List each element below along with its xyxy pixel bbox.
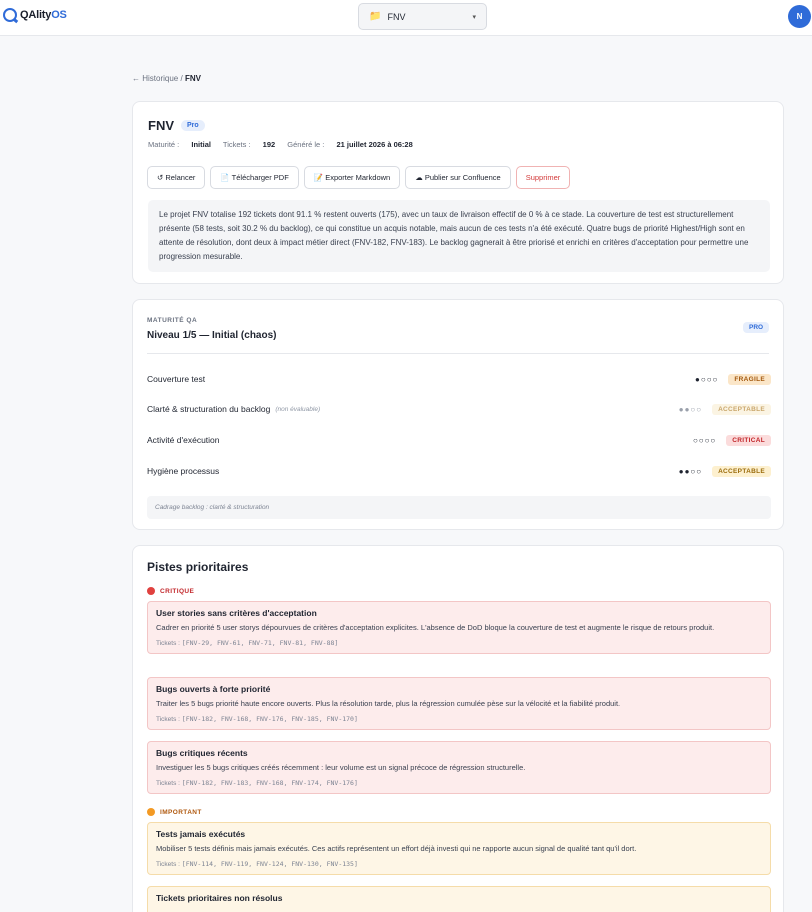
breadcrumb-current: FNV [184, 74, 201, 83]
maturity-score-dots: ●●○○ [678, 466, 703, 476]
maturity-card: MATURITÉ QA Niveau 1/5 — Initial (chaos)… [132, 299, 784, 530]
app-logo[interactable]: QAlityOS [3, 8, 67, 22]
maturity-score-dots: ○○○○ [692, 435, 717, 445]
report-actions: ↺ Relancer 📄 Télécharger PDF 📝 Exporter … [147, 166, 571, 189]
priority-item-title: User stories sans critères d'acceptation [156, 608, 317, 618]
priority-item-title: Tests jamais exécutés [156, 829, 246, 839]
status-badge: ACCEPTABLE [712, 465, 771, 477]
priority-item-description: Cadrer en priorité 5 user storys dépourv… [156, 623, 715, 632]
priority-item[interactable]: Bugs critiques récents Investiguer les 5… [147, 741, 771, 794]
maturity-row: Activité d'exécution ○○○○ CRITICAL [147, 433, 771, 447]
generated-meta: Généré le : 21 juillet 2026 à 06:28 [287, 140, 413, 149]
maturity-score-dots: ●○○○ [695, 374, 719, 384]
priority-item[interactable]: Bugs ouverts à forte priorité Traiter le… [147, 677, 771, 730]
priorities-title: Pistes prioritaires [147, 560, 249, 574]
priority-item-description: Traiter les 5 bugs priorité haute encore… [156, 699, 621, 708]
maturity-row-label: Activité d'exécution [147, 435, 220, 445]
orange-dot-icon [147, 808, 155, 816]
report-header-card: FNV Pro Maturité : Initial Tickets : 192… [132, 101, 784, 284]
priorities-card: Pistes prioritaires CRITIQUE User storie… [132, 545, 784, 912]
delete-button[interactable]: Supprimer [515, 166, 571, 189]
tickets-meta: Tickets : 192 [222, 140, 276, 149]
status-badge: CRITICAL [726, 434, 771, 446]
priority-item-tickets: Tickets : [FNV-182, FNV-168, FNV-176, FN… [156, 714, 358, 723]
group-label: IMPORTANT [160, 808, 202, 816]
group-label: CRITIQUE [160, 587, 195, 595]
maturity-row: Hygiène processus ●●○○ ACCEPTABLE [147, 464, 771, 478]
breadcrumb-separator: / [180, 74, 183, 83]
plan-badge: Pro [181, 120, 205, 131]
priority-item-title: Tickets prioritaires non résolus [156, 893, 283, 903]
report-summary: Le projet FNV totalise 192 tickets dont … [148, 200, 770, 272]
breadcrumb-back-link[interactable]: ← Historique [132, 74, 178, 83]
report-meta: Maturité : Initial Tickets : 192 Généré … [148, 140, 423, 149]
priority-item[interactable]: Tickets prioritaires non résolus [147, 886, 771, 912]
priority-item-title: Bugs critiques récents [156, 748, 248, 758]
breadcrumb: ← Historique / FNV [132, 74, 201, 83]
project-selector-value: FNV [387, 11, 406, 22]
priority-item[interactable]: User stories sans critères d'acceptation… [147, 601, 771, 654]
priority-item-tickets: Tickets : [FNV-29, FNV-61, FNV-71, FNV-8… [156, 638, 339, 647]
maturity-row: Clarté & structuration du backlog (non é… [147, 402, 771, 416]
priority-item-tickets: Tickets : [FNV-182, FNV-183, FNV-168, FN… [156, 778, 358, 787]
maturity-level: Niveau 1/5 — Initial (chaos) [147, 330, 277, 341]
export-markdown-button[interactable]: 📝 Exporter Markdown [303, 166, 401, 189]
maturity-score-dots: ●●○○ [678, 404, 703, 414]
maturity-row-label: Clarté & structuration du backlog [147, 404, 271, 414]
red-dot-icon [147, 587, 155, 595]
maturity-footnote: Cadrage backlog : clarté & structuration [147, 496, 771, 519]
user-avatar[interactable]: N [788, 5, 811, 28]
priority-item-title: Bugs ouverts à forte priorité [156, 684, 271, 694]
status-badge: FRAGILE [728, 373, 771, 385]
page-title: FNV [148, 118, 174, 133]
group-critique: CRITIQUE [147, 587, 194, 595]
publish-confluence-button[interactable]: ☁ Publier sur Confluence [405, 166, 511, 189]
logo-q-icon [3, 8, 17, 22]
project-selector[interactable]: 📁 FNV ▾ [358, 3, 487, 30]
folder-icon: 📁 [369, 11, 382, 22]
logo-text: QAlityOS [20, 9, 67, 21]
group-important: IMPORTANT [147, 808, 202, 816]
divider [147, 353, 769, 354]
maturity-row-note: (non évaluable) [275, 405, 321, 413]
rerun-button[interactable]: ↺ Relancer [147, 166, 206, 189]
top-bar: QAlityOS 📁 FNV ▾ N [0, 0, 812, 36]
priority-item-tickets: Tickets : [FNV-114, FNV-119, FNV-124, FN… [156, 859, 358, 868]
maturity-meta: Maturité : Initial [148, 140, 211, 149]
chevron-down-icon: ▾ [472, 13, 476, 21]
priority-item-description: Investiguer les 5 bugs critiques créés r… [156, 763, 526, 772]
maturity-row: Couverture test ●○○○ FRAGILE [147, 372, 771, 386]
maturity-plan-badge: PRO [743, 322, 770, 333]
maturity-row-label: Couverture test [147, 374, 206, 384]
priority-item-description: Mobiliser 5 tests définis mais jamais ex… [156, 844, 637, 853]
priority-item[interactable]: Tests jamais exécutés Mobiliser 5 tests … [147, 822, 771, 875]
maturity-kicker: MATURITÉ QA [147, 317, 198, 324]
download-pdf-button[interactable]: 📄 Télécharger PDF [210, 166, 299, 189]
maturity-row-label: Hygiène processus [147, 466, 220, 476]
status-badge: ACCEPTABLE [712, 403, 771, 415]
